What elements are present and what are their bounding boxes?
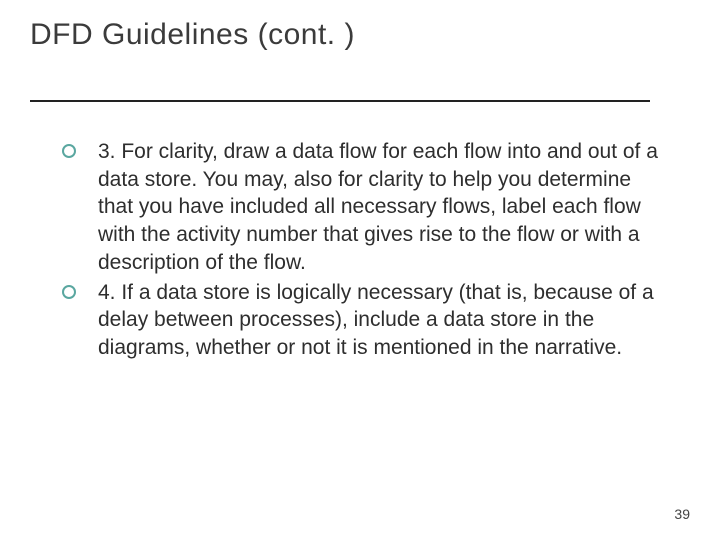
ring-bullet-icon: [62, 144, 76, 158]
list-item-text: 4. If a data store is logically necessar…: [98, 279, 662, 362]
slide: DFD Guidelines (cont. ) 3. For clarity, …: [0, 0, 720, 540]
list-item: 4. If a data store is logically necessar…: [62, 279, 662, 362]
ring-bullet-icon: [62, 285, 76, 299]
list-item-text: 3. For clarity, draw a data flow for eac…: [98, 138, 662, 277]
slide-title: DFD Guidelines (cont. ): [30, 18, 355, 52]
page-number: 39: [674, 506, 690, 522]
body-content: 3. For clarity, draw a data flow for eac…: [62, 138, 662, 364]
title-divider: [30, 100, 650, 102]
list-item: 3. For clarity, draw a data flow for eac…: [62, 138, 662, 277]
